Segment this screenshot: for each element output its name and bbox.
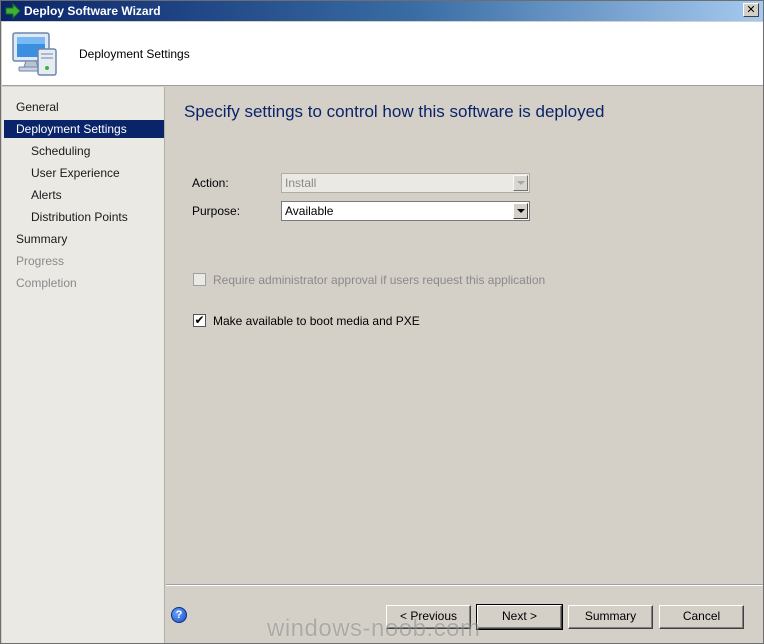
action-select: Install <box>281 173 530 193</box>
boot-media-label[interactable]: Make available to boot media and PXE <box>213 314 420 328</box>
cancel-button[interactable]: Cancel <box>659 605 744 629</box>
boot-media-checkbox[interactable]: ✔ <box>193 314 206 327</box>
nav-item-scheduling[interactable]: Scheduling <box>4 142 164 160</box>
header-title: Deployment Settings <box>79 47 190 61</box>
purpose-value: Available <box>285 204 334 218</box>
main-panel: Specify settings to control how this sof… <box>166 87 763 643</box>
help-icon[interactable]: ? <box>171 607 187 623</box>
nav-item-distribution-points[interactable]: Distribution Points <box>4 208 164 226</box>
window-title: Deploy Software Wizard <box>24 4 161 18</box>
wizard-nav: General Deployment Settings Scheduling U… <box>2 87 165 643</box>
bottom-divider <box>166 584 763 586</box>
nav-item-alerts[interactable]: Alerts <box>4 186 164 204</box>
chevron-down-icon <box>513 175 528 191</box>
next-button[interactable]: Next > <box>476 604 563 630</box>
nav-item-general[interactable]: General <box>4 98 164 116</box>
action-value: Install <box>285 176 317 190</box>
watermark: windows-noob.com <box>267 615 481 642</box>
summary-button[interactable]: Summary <box>568 605 653 629</box>
computer-monitor-icon <box>12 32 57 76</box>
nav-item-summary[interactable]: Summary <box>4 230 164 248</box>
nav-item-progress: Progress <box>16 254 65 268</box>
nav-item-user-experience[interactable]: User Experience <box>4 164 164 182</box>
action-label: Action: <box>192 176 229 190</box>
title-bar[interactable]: Deploy Software Wizard ✕ <box>1 1 763 21</box>
page-heading: Specify settings to control how this sof… <box>184 102 605 121</box>
chevron-down-icon[interactable] <box>513 203 528 219</box>
nav-item-deployment-settings[interactable]: Deployment Settings <box>4 120 164 138</box>
nav-item-completion: Completion <box>16 276 77 290</box>
purpose-label: Purpose: <box>192 204 241 218</box>
require-approval-checkbox <box>193 273 206 286</box>
wizard-window: Deploy Software Wizard ✕ Deployment Sett… <box>0 0 764 644</box>
green-arrow-icon <box>5 3 21 19</box>
close-button[interactable]: ✕ <box>743 3 759 17</box>
purpose-select[interactable]: Available <box>281 201 530 221</box>
wizard-header: Deployment Settings <box>2 22 763 86</box>
require-approval-label: Require administrator approval if users … <box>213 273 546 287</box>
